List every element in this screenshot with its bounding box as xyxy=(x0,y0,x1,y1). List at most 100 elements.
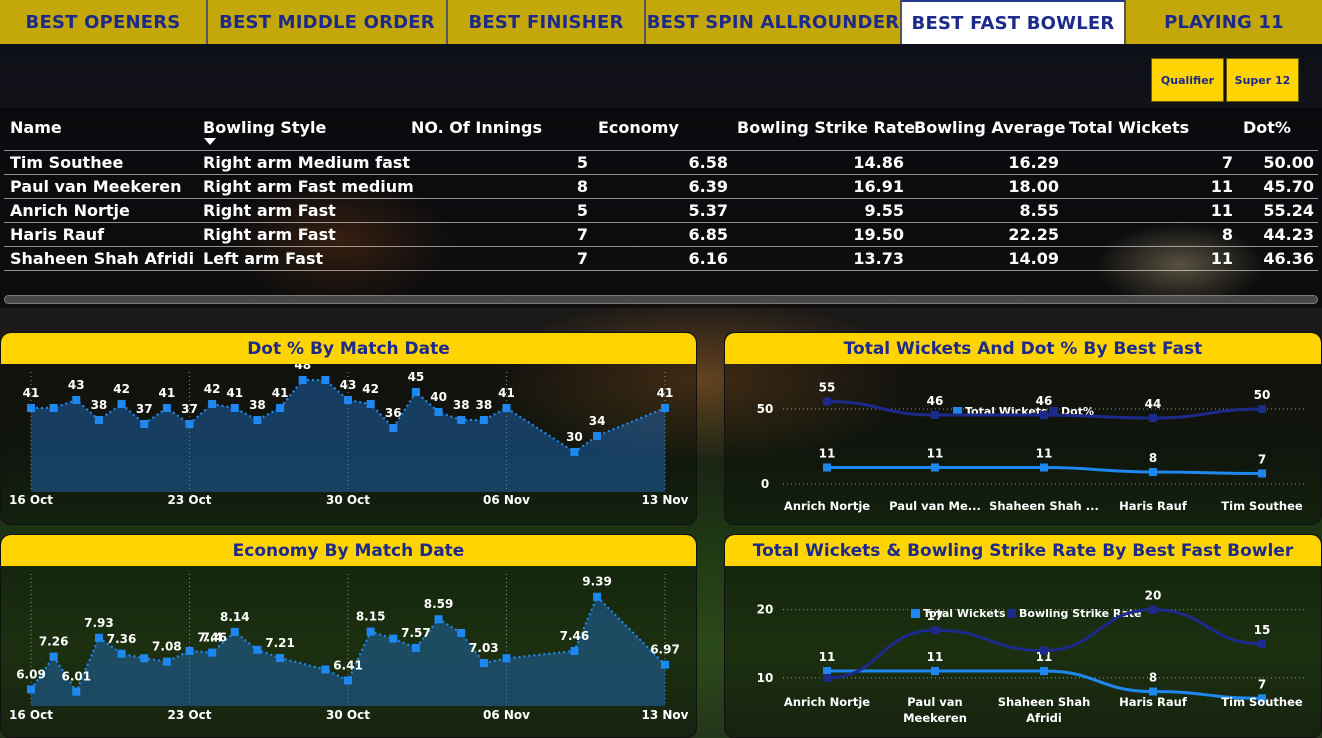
data-point xyxy=(72,396,81,404)
data-point xyxy=(1040,463,1048,472)
data-label: 48 xyxy=(294,364,311,372)
table-row[interactable]: Shaheen Shah Afridi Left arm Fast 7 6.16 13.… xyxy=(4,246,1318,270)
cell-average: 16.29 xyxy=(1008,153,1059,172)
data-point xyxy=(185,420,194,428)
x-tick-label: 06 Nov xyxy=(483,493,530,507)
data-label: 11 xyxy=(819,650,836,664)
data-point xyxy=(479,416,488,424)
cell-strike-rate: 14.86 xyxy=(853,153,904,172)
data-point xyxy=(1149,414,1157,422)
data-point xyxy=(479,659,488,668)
tab-best-spin-allrounder[interactable]: BEST SPIN ALLROUNDER xyxy=(646,0,902,44)
cell-innings: 7 xyxy=(576,225,588,244)
data-label: 36 xyxy=(385,406,402,420)
data-label: 40 xyxy=(430,390,447,404)
table-scrollbar[interactable] xyxy=(4,295,1318,304)
tab-playing-11[interactable]: PLAYING 11 xyxy=(1126,0,1322,44)
column-header-dot-percent[interactable]: Dot% xyxy=(1243,118,1291,137)
economy-panel: Economy By Match Date 6.09 7.26 6.01 7.93 7.… xyxy=(0,534,697,738)
cell-innings: 7 xyxy=(576,249,588,268)
x-tick-label: 13 Nov xyxy=(642,708,689,722)
y-tick-label: 20 xyxy=(757,603,774,617)
data-label: 6.41 xyxy=(333,658,363,672)
data-label: 46 xyxy=(927,394,944,408)
data-label: 38 xyxy=(91,398,108,412)
wickets-dot-panel: Total Wickets And Dot % By Best Fast 0 50… xyxy=(724,332,1322,525)
x-category-label: Paul van Me... xyxy=(889,499,981,513)
table-row[interactable]: Haris Rauf Right arm Fast 7 6.85 19.50 22.25 8… xyxy=(4,222,1318,246)
tab-best-openers[interactable]: BEST OPENERS xyxy=(0,0,208,44)
chart-title: Dot % By Match Date xyxy=(1,333,696,364)
data-label: 6.97 xyxy=(650,643,680,657)
wickets-strike-rate-panel: Total Wickets & Bowling Strike Rate By B… xyxy=(724,534,1322,738)
x-tick-label: 16 Oct xyxy=(9,493,53,507)
qualifier-filter-button[interactable]: Qualifier xyxy=(1151,58,1224,102)
data-point xyxy=(185,646,194,655)
data-point xyxy=(411,388,420,396)
table-row[interactable]: Paul van Meekeren Right arm Fast medium 8 6… xyxy=(4,174,1318,198)
y-tick-label: 10 xyxy=(757,671,774,685)
data-point xyxy=(931,626,939,635)
data-label: 7.03 xyxy=(469,641,499,655)
table-row[interactable]: Tim Southee Right arm Medium fast 5 6.58 14.… xyxy=(4,150,1318,174)
chart-title: Economy By Match Date xyxy=(1,535,696,566)
column-header-name[interactable]: Name xyxy=(10,118,62,137)
data-point xyxy=(276,404,285,412)
column-header-strike-rate[interactable]: Bowling Strike Rate xyxy=(737,118,915,137)
data-point xyxy=(27,404,35,412)
data-label: 44 xyxy=(1145,397,1162,411)
column-header-economy[interactable]: Economy xyxy=(598,118,679,137)
column-header-average[interactable]: Bowling Average xyxy=(914,118,1065,137)
table-row[interactable]: Anrich Nortje Right arm Fast 5 5.37 9.55 8.55… xyxy=(4,198,1318,222)
data-label: 6.09 xyxy=(16,667,46,681)
data-point xyxy=(162,657,171,666)
cell-bowling-style: Right arm Fast xyxy=(203,201,336,220)
data-point xyxy=(27,685,35,694)
column-header-bowling-style[interactable]: Bowling Style xyxy=(203,118,326,137)
column-header-total-wickets[interactable]: Total Wickets xyxy=(1069,118,1189,137)
data-label: 41 xyxy=(498,386,515,400)
data-point xyxy=(1149,468,1157,476)
cell-economy: 6.85 xyxy=(688,225,728,244)
x-tick-label: 16 Oct xyxy=(9,708,53,722)
cell-dot-percent: 45.70 xyxy=(1263,177,1314,196)
data-label: 11 xyxy=(819,447,836,461)
data-point xyxy=(434,408,443,416)
data-label: 7.21 xyxy=(265,636,295,650)
data-point xyxy=(931,667,939,676)
tab-best-middle-order[interactable]: BEST MIDDLE ORDER xyxy=(208,0,448,44)
data-point xyxy=(1258,639,1266,648)
data-label: 41 xyxy=(657,386,674,400)
data-point xyxy=(570,646,579,655)
data-point xyxy=(208,400,217,408)
data-point xyxy=(457,628,466,637)
legend-swatch xyxy=(1007,609,1016,618)
table-row-divider xyxy=(4,270,1318,271)
cell-average: 14.09 xyxy=(1008,249,1059,268)
data-label: 8.59 xyxy=(424,597,454,611)
data-point xyxy=(502,404,511,412)
super-12-filter-button[interactable]: Super 12 xyxy=(1226,58,1299,102)
data-point xyxy=(931,411,939,419)
cell-average: 18.00 xyxy=(1008,177,1059,196)
cell-innings: 8 xyxy=(576,177,588,196)
data-point xyxy=(661,660,669,669)
tab-best-finisher[interactable]: BEST FINISHER xyxy=(448,0,646,44)
data-point xyxy=(389,424,398,432)
data-label: 11 xyxy=(927,650,944,664)
data-point xyxy=(389,634,398,643)
data-label: 7.08 xyxy=(152,640,182,654)
legend-swatch xyxy=(911,609,920,618)
data-point xyxy=(321,665,330,674)
data-point xyxy=(1040,646,1048,655)
data-point xyxy=(593,432,602,440)
wickets-dot-chart: 050 Total Wickets Dot%11 11 11 8 75546 46 4450An… xyxy=(757,381,1305,513)
x-category-label: Haris Rauf xyxy=(1119,499,1188,513)
column-header-innings[interactable]: NO. Of Innings xyxy=(411,118,542,137)
data-point xyxy=(140,420,149,428)
data-point xyxy=(49,652,58,661)
tab-best-fast-bowler[interactable]: BEST FAST BOWLER xyxy=(902,0,1126,44)
cell-strike-rate: 13.73 xyxy=(853,249,904,268)
x-category-label: Tim Southee xyxy=(1221,499,1303,513)
sort-down-icon[interactable] xyxy=(204,138,216,145)
